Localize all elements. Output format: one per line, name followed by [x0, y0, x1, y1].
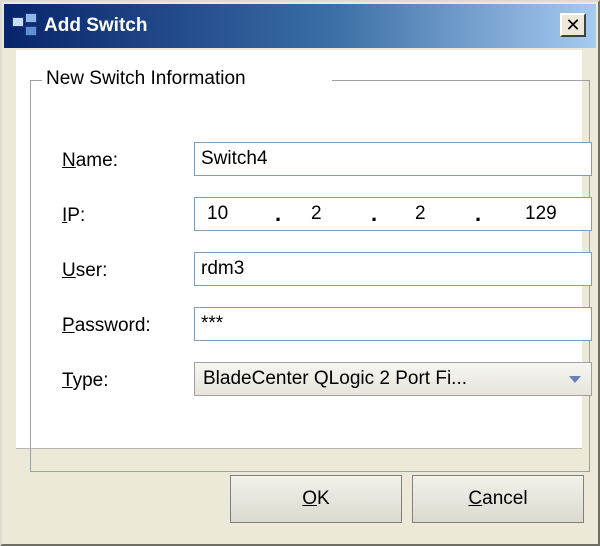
- ip-octet-2[interactable]: 2: [311, 203, 322, 225]
- close-button[interactable]: ✕: [560, 13, 586, 37]
- ok-button[interactable]: OK: [230, 475, 402, 523]
- switch-app-icon: [12, 13, 38, 39]
- switch-info-panel: New Switch Information Name: IP: 10 . 2 …: [16, 50, 592, 472]
- group-legend: New Switch Information: [44, 68, 248, 90]
- ip-octet-4[interactable]: 129: [525, 203, 557, 225]
- password-label: Password:: [62, 315, 151, 336]
- title-bar[interactable]: Add Switch ✕: [4, 4, 596, 48]
- type-selected-value: BladeCenter QLogic 2 Port Fi...: [203, 368, 468, 389]
- ip-octet-3[interactable]: 2: [415, 203, 426, 225]
- ip-octet-1[interactable]: 10: [207, 203, 228, 225]
- user-field[interactable]: [194, 252, 592, 286]
- ip-address-field[interactable]: 10 . 2 . 2 . 129: [194, 197, 592, 231]
- ip-separator: .: [371, 201, 378, 226]
- type-dropdown[interactable]: BladeCenter QLogic 2 Port Fi...: [194, 362, 592, 396]
- chevron-down-icon[interactable]: [569, 376, 581, 383]
- password-field[interactable]: [194, 307, 592, 341]
- user-label: User:: [62, 260, 108, 281]
- close-icon: ✕: [565, 15, 581, 35]
- window-title: Add Switch: [44, 15, 148, 36]
- ip-label: IP:: [62, 205, 86, 226]
- name-label: Name:: [62, 150, 118, 171]
- name-field[interactable]: [194, 142, 592, 176]
- ip-separator: .: [475, 201, 482, 226]
- type-label: Type:: [62, 370, 109, 391]
- add-switch-dialog: Add Switch ✕ New Switch Information Name…: [0, 0, 600, 546]
- dialog-body: New Switch Information Name: IP: 10 . 2 …: [4, 50, 596, 542]
- ip-separator: .: [275, 201, 282, 226]
- cancel-button[interactable]: Cancel: [412, 475, 584, 523]
